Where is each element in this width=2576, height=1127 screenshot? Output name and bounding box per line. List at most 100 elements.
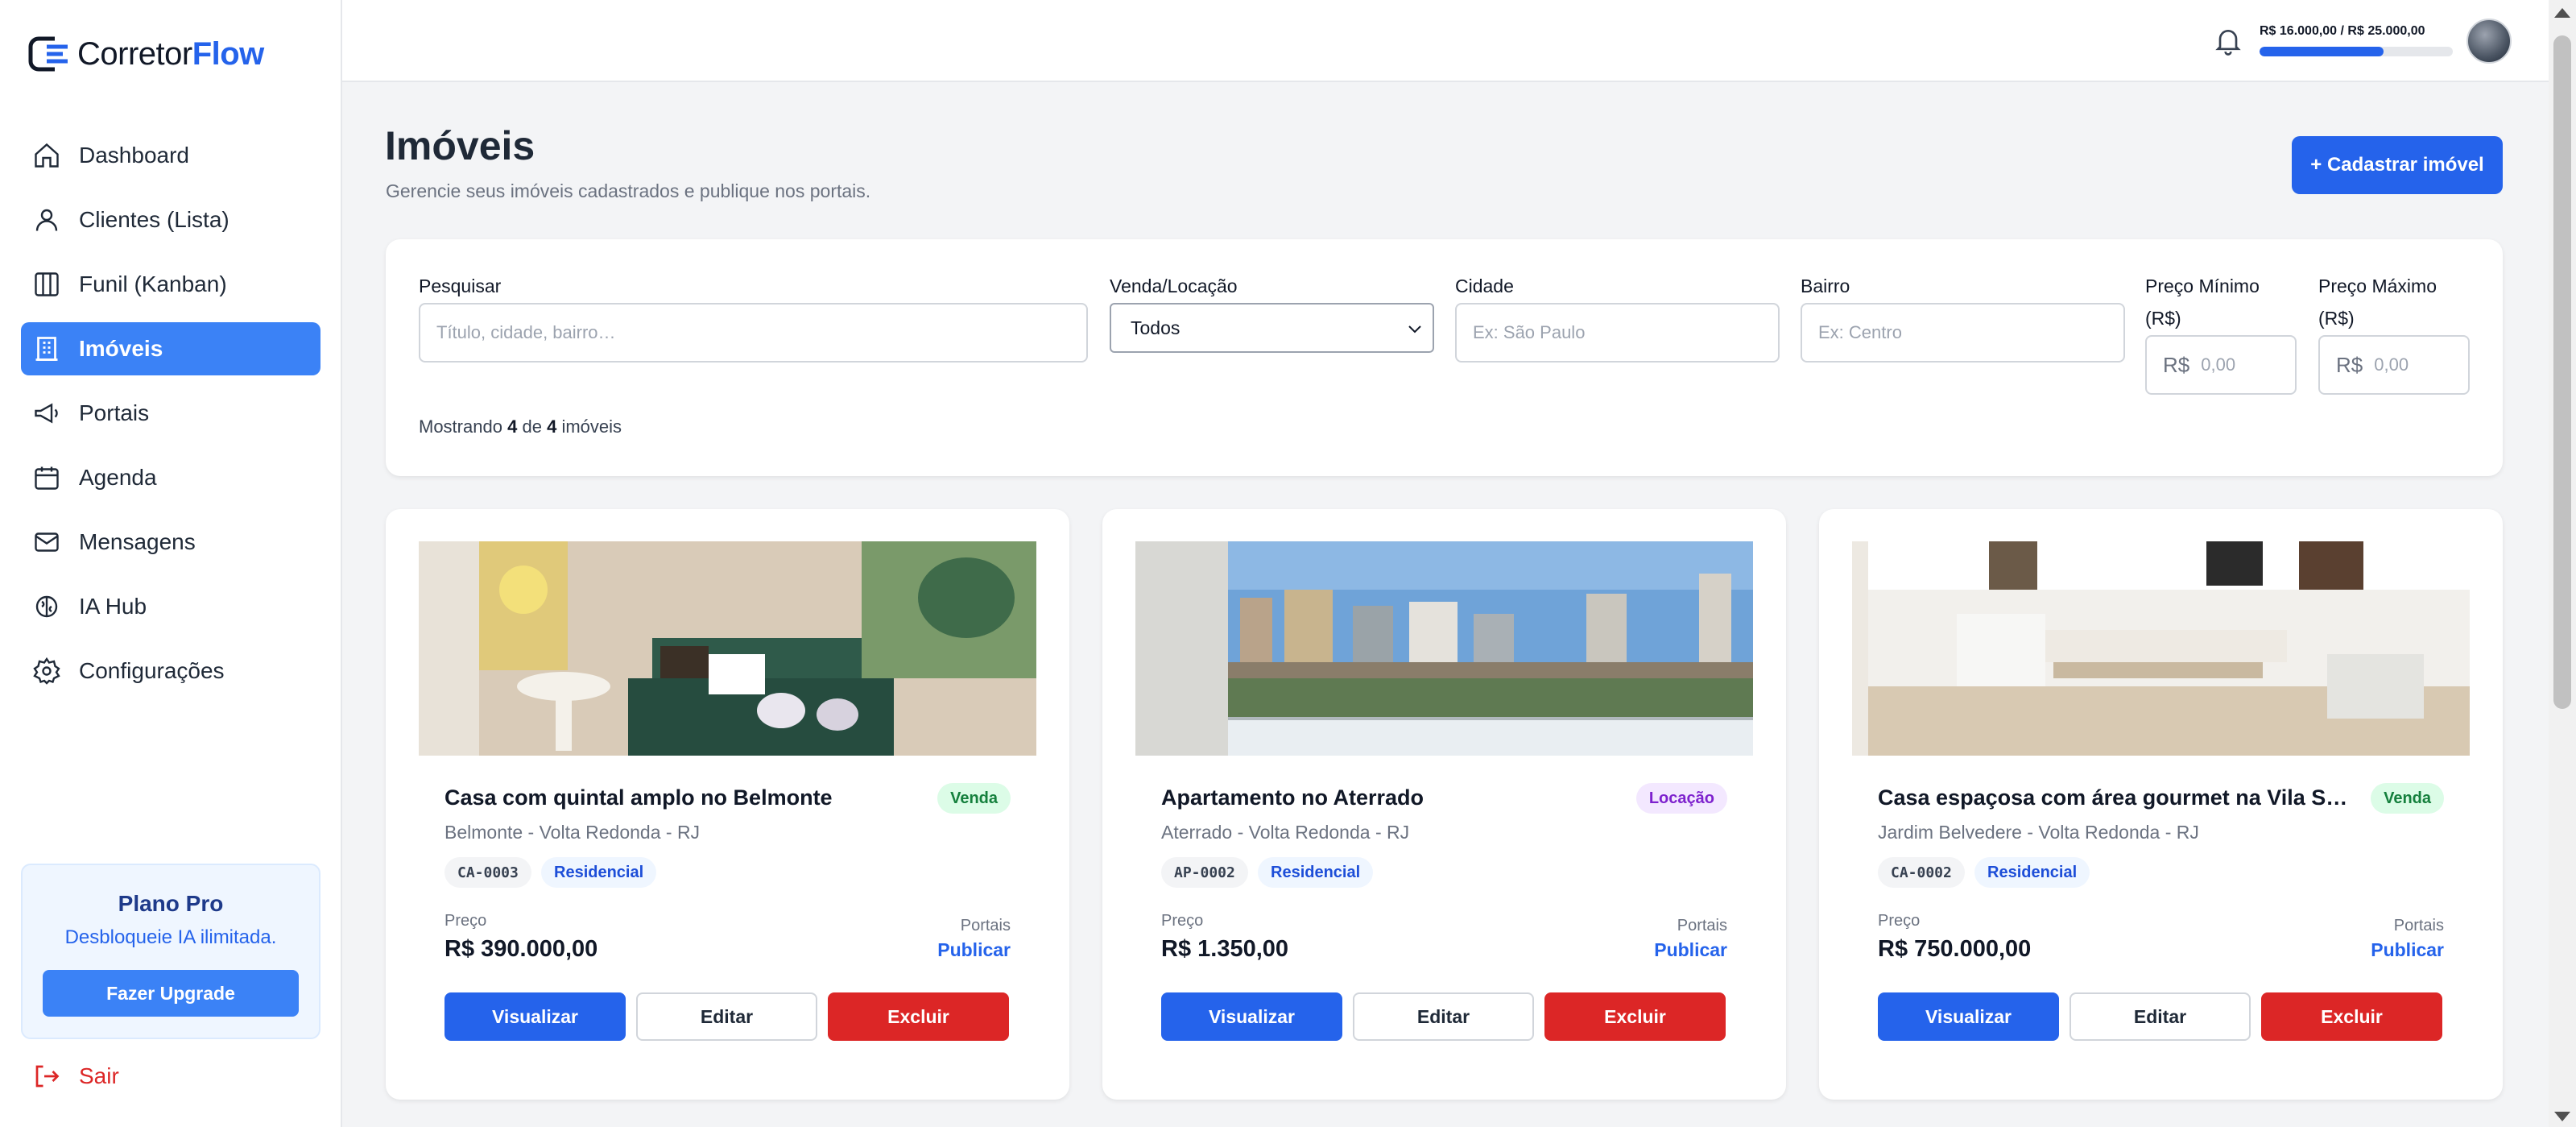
min-price-placeholder: 0,00 [2201, 354, 2236, 375]
scrollbar-thumb[interactable] [2553, 35, 2571, 709]
mail-icon [32, 528, 61, 557]
property-type-tag: Residencial [1258, 857, 1374, 888]
max-price-input[interactable]: R$ 0,00 [2318, 335, 2470, 395]
delete-button[interactable]: Excluir [2261, 992, 2442, 1041]
price-label: Preço [444, 912, 487, 930]
usage-bar-fill [2260, 47, 2384, 56]
property-photo-city-view[interactable] [1135, 541, 1753, 756]
sidebar-item-label: Agenda [79, 465, 157, 490]
property-price: R$ 390.000,00 [444, 936, 598, 962]
logout-button[interactable]: Sair [32, 1062, 119, 1091]
sidebar-item-label: Mensagens [79, 529, 196, 554]
property-title[interactable]: Casa com quintal amplo no Belmonte [444, 785, 928, 810]
property-title[interactable]: Apartamento no Aterrado [1161, 785, 1644, 810]
sidebar-nav: Dashboard Clientes (Lista) Funil (Kanban… [21, 129, 320, 709]
property-card: Casa com quintal amplo no Belmonte Venda… [386, 509, 1069, 1100]
home-icon [32, 141, 61, 170]
district-input[interactable]: Ex: Centro [1801, 303, 2125, 363]
status-badge: Locação [1635, 783, 1727, 814]
building-icon [32, 334, 61, 363]
property-type-tag: Residencial [541, 857, 657, 888]
property-code: AP-0002 [1161, 857, 1248, 888]
edit-button[interactable]: Editar [2069, 992, 2251, 1041]
property-price: R$ 750.000,00 [1878, 936, 2032, 962]
property-code: CA-0003 [444, 857, 531, 888]
edit-button[interactable]: Editar [636, 992, 817, 1041]
city-input[interactable]: Ex: São Paulo [1455, 303, 1780, 363]
sidebar-item-calendar[interactable]: Agenda [21, 451, 320, 504]
topbar: R$ 16.000,00 / R$ 25.000,00 [342, 0, 2549, 82]
upgrade-button[interactable]: Fazer Upgrade [43, 970, 299, 1017]
gear-icon [32, 657, 61, 686]
logo-text: CorretorFlow [77, 35, 264, 72]
delete-button[interactable]: Excluir [828, 992, 1009, 1041]
view-button[interactable]: Visualizar [1878, 992, 2059, 1041]
plan-subtitle: Desbloqueie IA ilimitada. [64, 926, 277, 948]
avatar[interactable] [2466, 19, 2512, 64]
plan-title: Plano Pro [118, 891, 224, 916]
property-price: R$ 1.350,00 [1161, 936, 1289, 962]
property-location: Belmonte - Volta Redonda - RJ [444, 822, 701, 843]
sidebar-item-kanban[interactable]: Funil (Kanban) [21, 258, 320, 311]
publish-link[interactable]: Publicar [2371, 939, 2444, 961]
page-title: Imóveis [385, 123, 535, 168]
min-price-input[interactable]: R$ 0,00 [2145, 335, 2297, 395]
type-select-value: Todos [1131, 317, 1180, 338]
delete-button[interactable]: Excluir [1544, 992, 1726, 1041]
page-subtitle: Gerencie seus imóveis cadastrados e publ… [386, 180, 871, 201]
property-card: Casa espaçosa com área gourmet na Vila S… [1819, 509, 2503, 1100]
price-label: Preço [1161, 912, 1204, 930]
status-badge: Venda [937, 783, 1011, 814]
sidebar-item-label: IA Hub [79, 594, 147, 619]
view-button[interactable]: Visualizar [444, 992, 626, 1041]
logout-icon [35, 1065, 60, 1088]
usage-bar [2260, 47, 2453, 56]
plan-card: Plano Pro Desbloqueie IA ilimitada. Faze… [21, 864, 320, 1039]
property-code: CA-0002 [1878, 857, 1965, 888]
district-placeholder: Ex: Centro [1818, 322, 1902, 342]
user-icon [32, 205, 61, 234]
bell-icon[interactable] [2212, 24, 2244, 56]
property-location: Jardim Belvedere - Volta Redonda - RJ [1878, 822, 2199, 843]
property-photo-gourmet-area[interactable] [1852, 541, 2470, 756]
district-label: Bairro [1801, 276, 1850, 296]
sidebar-item-ia-hub[interactable]: IA Hub [21, 580, 320, 633]
search-placeholder: Título, cidade, bairro… [436, 322, 616, 342]
min-price-label: Preço Mínimo (R$) [2145, 276, 2260, 329]
search-input[interactable]: Título, cidade, bairro… [419, 303, 1088, 363]
scroll-up-arrow-icon[interactable] [2554, 8, 2570, 18]
portals-label: Portais [960, 917, 1011, 934]
publish-link[interactable]: Publicar [937, 939, 1011, 961]
sidebar-item-dashboard[interactable]: Dashboard [21, 129, 320, 182]
max-price-label: Preço Máximo (R$) [2318, 276, 2437, 329]
property-title[interactable]: Casa espaçosa com área gourmet na Vila S… [1878, 785, 2361, 810]
usage-meter: R$ 16.000,00 / R$ 25.000,00 [2260, 24, 2453, 56]
sidebar-item-label: Funil (Kanban) [79, 271, 227, 296]
kanban-icon [32, 270, 61, 299]
view-button[interactable]: Visualizar [1161, 992, 1342, 1041]
edit-button[interactable]: Editar [1353, 992, 1534, 1041]
logo[interactable]: CorretorFlow [27, 34, 264, 74]
status-badge: Venda [2371, 783, 2444, 814]
currency-prefix: R$ [2163, 352, 2190, 377]
price-label: Preço [1878, 912, 1921, 930]
publish-link[interactable]: Publicar [1654, 939, 1727, 961]
results-count: Mostrando 4 de 4 imóveis [419, 416, 622, 437]
calendar-icon [32, 463, 61, 492]
type-select[interactable]: Todos [1110, 303, 1434, 353]
scroll-down-arrow-icon[interactable] [2554, 1112, 2570, 1121]
property-photo-living-room[interactable] [419, 541, 1036, 756]
logout-label: Sair [79, 1063, 119, 1088]
add-property-button[interactable]: + Cadastrar imóvel [2292, 136, 2503, 194]
property-location: Aterrado - Volta Redonda - RJ [1161, 822, 1410, 843]
sidebar-item-portals[interactable]: Portais [21, 387, 320, 440]
usage-text: R$ 16.000,00 / R$ 25.000,00 [2260, 24, 2425, 38]
sidebar-item-label: Configurações [79, 658, 225, 683]
sidebar-item-properties[interactable]: Imóveis [21, 322, 320, 375]
property-card: Apartamento no Aterrado Locação Aterrado… [1102, 509, 1786, 1100]
sidebar-item-messages[interactable]: Mensagens [21, 516, 320, 569]
city-placeholder: Ex: São Paulo [1473, 322, 1586, 342]
sidebar-item-settings[interactable]: Configurações [21, 644, 320, 698]
sidebar-item-label: Clientes (Lista) [79, 207, 229, 232]
sidebar-item-clients[interactable]: Clientes (Lista) [21, 193, 320, 247]
